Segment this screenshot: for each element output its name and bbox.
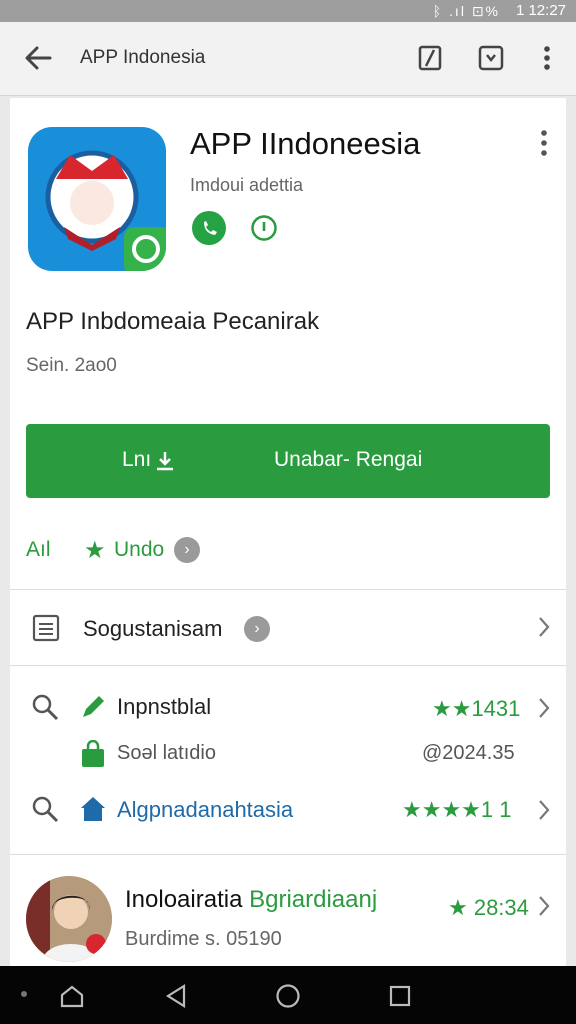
app-details-card: APP IIndoneesia Imdoui adettia APP Inbdo… — [10, 98, 566, 966]
search-icon — [32, 796, 59, 823]
shopping-bag-icon — [82, 740, 104, 767]
more-vert-icon[interactable] — [531, 42, 563, 74]
list-item-sub-value: @2024.35 — [422, 742, 515, 764]
review-item[interactable]: Inoloairatia Bgriardiaanj Burdime s. 051… — [10, 868, 566, 966]
divider — [10, 665, 566, 666]
app-subtitle: APP Inbdomeaia Pecanirak — [26, 308, 320, 335]
document-icon — [32, 614, 60, 642]
home-icon — [81, 797, 105, 821]
list-item[interactable]: Inpnstblal ★★1431 — [10, 676, 566, 736]
developer-name[interactable]: Imdoui adettia — [190, 175, 303, 196]
review-meta: Burdime s. 05190 — [125, 928, 282, 950]
rating-right-label: Undo — [114, 538, 165, 561]
reviewer-name-first: Inoloairatia — [125, 886, 243, 913]
list-item-sub-label: Soəl latıdio — [117, 742, 216, 764]
list-item-label: Inpnstblal — [117, 694, 212, 719]
rating-left-label: Aıl — [26, 538, 51, 561]
download-icon — [157, 452, 173, 471]
nav-home-icon[interactable] — [274, 982, 302, 1010]
list-item[interactable]: Algpnadanahtasia ★★★★1 1 — [10, 780, 566, 840]
pencil-icon — [83, 696, 104, 717]
home-outline-icon[interactable] — [58, 982, 86, 1010]
rating-stars: ★ 28:34 — [448, 895, 529, 920]
dot-icon — [21, 991, 27, 997]
info-icon[interactable] — [250, 214, 278, 242]
app-name: APP IIndoneesia — [190, 126, 421, 161]
app-size: Sein. 2ao0 — [26, 355, 117, 376]
section-badge: › — [244, 616, 270, 642]
nav-back-icon[interactable] — [162, 982, 190, 1010]
install-right-label: Unabar- Rengai — [274, 448, 423, 471]
chevron-right-icon — [539, 800, 550, 820]
search-icon — [32, 694, 59, 721]
chevron-right-icon — [539, 896, 550, 916]
status-bar: ᛒ .ıl ⊡% 1 12:27 — [0, 0, 576, 22]
section-row[interactable]: Sogustanisam › — [10, 590, 566, 664]
app-bar: APP Indonesia — [0, 22, 576, 96]
install-button[interactable]: Lnı Unabar- Rengai — [26, 424, 550, 498]
chevron-right-icon — [539, 617, 550, 637]
bookmark-icon[interactable] — [414, 42, 446, 74]
navigation-bar — [0, 966, 576, 1024]
app-bar-title: APP Indonesia — [80, 47, 206, 68]
chevron-right-icon — [539, 698, 550, 718]
back-arrow-icon[interactable] — [20, 40, 56, 76]
reviewer-name-second: Bgriardiaanj — [249, 886, 378, 913]
section-label: Sogustanisam — [83, 616, 223, 641]
status-icons: ᛒ .ıl ⊡% — [432, 3, 500, 19]
more-options-icon[interactable] — [532, 128, 556, 158]
rating-stars: ★★1431 — [432, 696, 521, 721]
status-time: 1 12:27 — [515, 2, 566, 19]
rating-stars: ★★★★1 1 — [402, 797, 512, 822]
rating-info-badge[interactable]: › — [174, 537, 200, 563]
star-icon: ★ — [84, 537, 106, 564]
divider — [10, 854, 566, 855]
avatar — [26, 876, 112, 962]
reviewer-name: Inoloairatia Bgriardiaanj — [125, 886, 377, 914]
nav-recents-icon[interactable] — [386, 982, 414, 1010]
app-logo-icon — [28, 127, 166, 271]
list-item-label: Algpnadanahtasia — [117, 797, 294, 822]
download-box-icon[interactable] — [475, 42, 507, 74]
whatsapp-icon[interactable] — [190, 209, 228, 247]
install-left-label: Lnı — [122, 448, 152, 471]
